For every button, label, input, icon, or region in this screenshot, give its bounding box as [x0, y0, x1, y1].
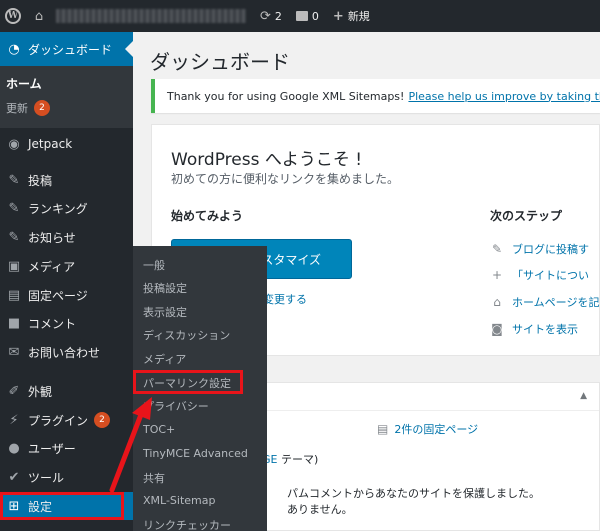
red-arrow-annotation	[109, 397, 152, 493]
